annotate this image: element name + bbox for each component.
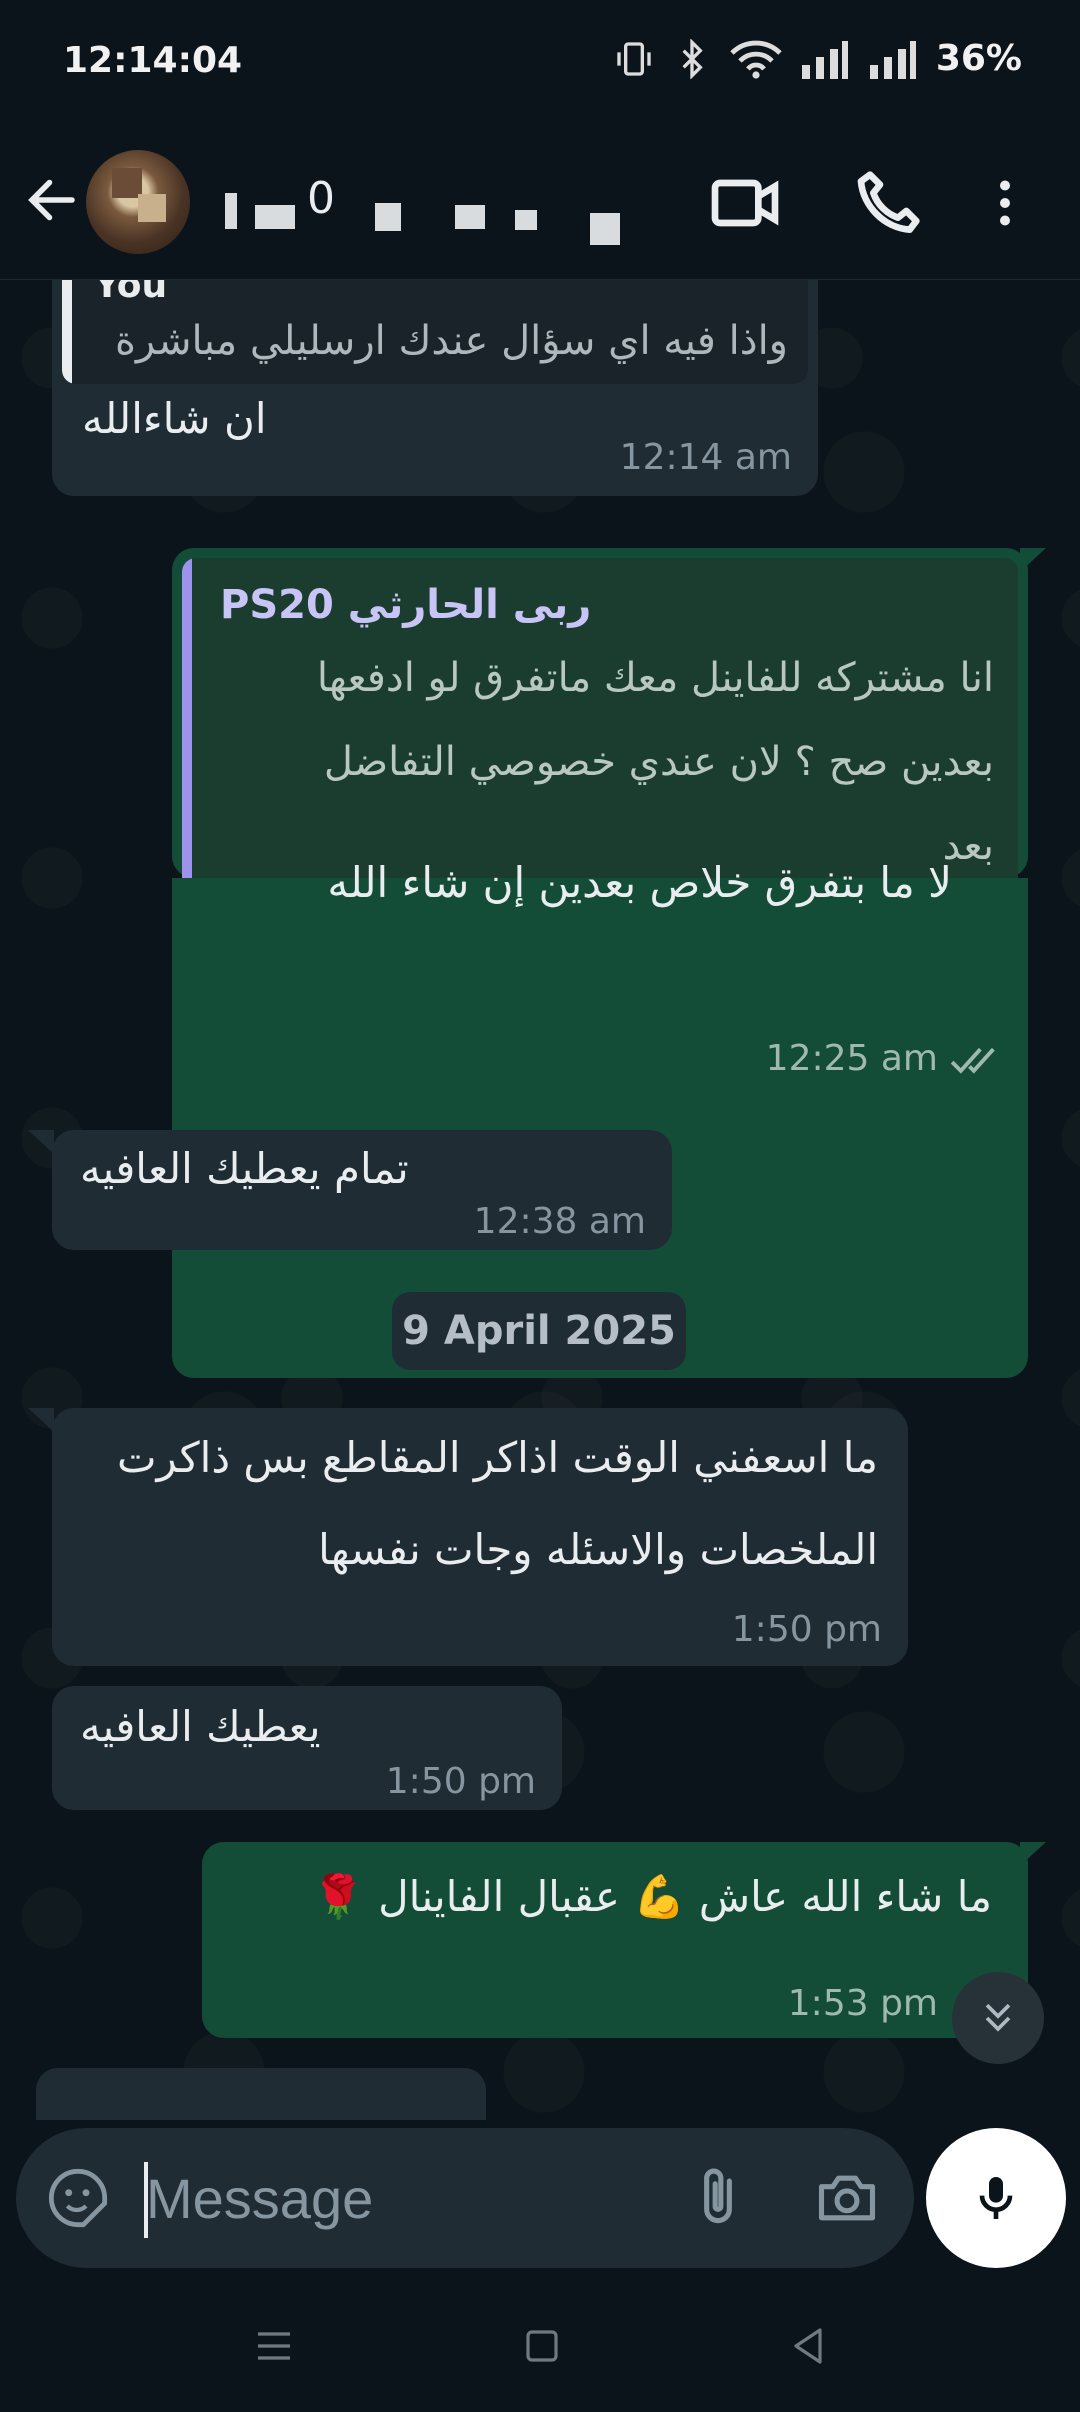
wifi-icon: [730, 40, 782, 79]
message-bubble-incoming[interactable]: ما اسعفني الوقت اذاكر المقاطع بس ذاكرت ا…: [52, 1408, 908, 1666]
vibrate-icon: [617, 41, 651, 76]
more-vert-icon[interactable]: [975, 163, 1035, 243]
status-time: 12:14:04: [63, 40, 243, 81]
message-time: 12:14 am: [619, 437, 792, 478]
date-separator: 9 April 2025: [392, 1292, 686, 1370]
chat-area[interactable]: You واذا فيه اي سؤال عندك ارسليلي مباشرة…: [0, 280, 1080, 2120]
double-chevron-down-icon: [985, 2003, 1011, 2032]
message-time: 12:38 am: [473, 1201, 646, 1242]
avatar[interactable]: [86, 150, 190, 254]
message-time: 1:50 pm: [385, 1761, 536, 1802]
home-icon[interactable]: [518, 2322, 566, 2370]
message-text: يعطيك العافيه: [80, 1702, 321, 1751]
message-time: 1:53 pm: [787, 1983, 938, 2024]
mic-button[interactable]: [926, 2128, 1066, 2268]
sticker-icon[interactable]: [46, 2166, 110, 2230]
message-bubble-incoming-partial[interactable]: [36, 2068, 486, 2120]
message-bubble-incoming[interactable]: تمام يعطيك العافيه 12:38 am: [52, 1130, 672, 1250]
message-meta: 12:25 am: [172, 878, 1028, 1098]
mic-icon: [979, 2177, 1013, 2219]
system-nav-bar: [0, 2280, 1080, 2412]
message-text: ما اسعفني الوقت اذاكر المقاطع بس ذاكرت ا…: [116, 1433, 878, 1574]
quote-author: ربى الحارثي PS20: [220, 582, 592, 628]
contact-name[interactable]: 0: [215, 155, 635, 245]
quoted-message[interactable]: ربى الحارثي PS20 انا مشتركه للفاينل معك …: [182, 558, 1018, 904]
signal-icon: [801, 40, 848, 79]
back-icon[interactable]: [784, 2322, 832, 2370]
battery-percent: 36%: [935, 38, 1022, 79]
camera-icon[interactable]: [812, 2164, 882, 2232]
video-call-icon[interactable]: [705, 163, 785, 243]
quote-text: انا مشتركه للفاينل معك ماتفرق لو ادفعها …: [316, 655, 994, 869]
bubble-tail: [28, 1408, 54, 1432]
message-text: ما شاء الله عاش 💪 عقبال الفاينال 🌹: [312, 1872, 992, 1921]
back-arrow-icon[interactable]: [22, 170, 82, 230]
message-bubble-incoming[interactable]: You واذا فيه اي سؤال عندك ارسليلي مباشرة…: [52, 280, 818, 496]
status-icons: 36%: [614, 38, 1022, 79]
scroll-to-bottom-button[interactable]: [952, 1972, 1044, 2064]
composer: [0, 2120, 1080, 2280]
message-input[interactable]: [146, 2156, 666, 2240]
message-bubble-outgoing[interactable]: ربى الحارثي PS20 انا مشتركه للفاينل معك …: [172, 548, 1028, 904]
message-time: 1:50 pm: [731, 1609, 882, 1650]
status-bar: 12:14:04 36%: [0, 0, 1080, 125]
bubble-tail: [28, 1130, 54, 1154]
quote-author: You: [94, 280, 168, 306]
quoted-message[interactable]: You واذا فيه اي سؤال عندك ارسليلي مباشرة: [62, 280, 808, 384]
recents-icon[interactable]: [250, 2322, 298, 2370]
message-text: تمام يعطيك العافيه: [80, 1144, 409, 1193]
message-pill: [16, 2128, 914, 2268]
quote-text: واذا فيه اي سؤال عندك ارسليلي مباشرة: [114, 318, 788, 364]
message-text: ان شاءالله: [82, 394, 267, 443]
attach-icon[interactable]: [684, 2164, 752, 2232]
read-ticks-icon: [950, 1047, 995, 1074]
message-time: 12:25 am: [765, 1038, 938, 1079]
chat-header: 0: [0, 125, 1080, 280]
phone-icon[interactable]: [848, 163, 928, 243]
signal-icon-2: [869, 40, 916, 79]
message-bubble-incoming[interactable]: يعطيك العافيه 1:50 pm: [52, 1686, 562, 1810]
message-bubble-outgoing[interactable]: ما شاء الله عاش 💪 عقبال الفاينال 🌹 1:53 …: [202, 1842, 1028, 2038]
bluetooth-icon: [682, 38, 703, 79]
